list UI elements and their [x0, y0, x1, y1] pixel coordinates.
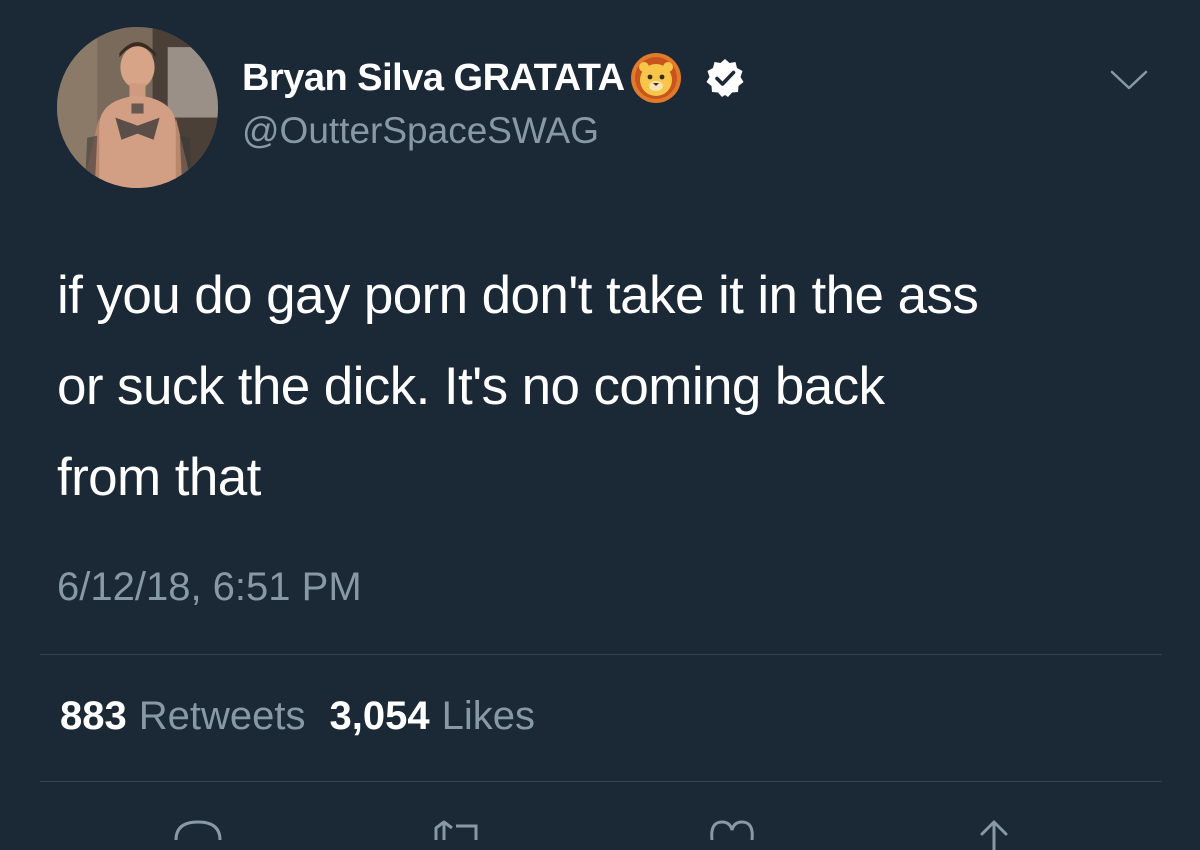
verified-badge-icon: [706, 59, 744, 97]
likes-count[interactable]: 3,054: [330, 694, 430, 739]
share-icon[interactable]: [964, 810, 1024, 850]
retweet-icon[interactable]: [428, 810, 488, 850]
lion-face-icon: [630, 53, 681, 103]
divider: [40, 781, 1162, 782]
likes-label[interactable]: Likes: [442, 694, 535, 739]
like-icon[interactable]: [702, 810, 762, 850]
chevron-down-icon[interactable]: [1108, 62, 1150, 96]
tweet-stats: 883 Retweets 3,054 Likes: [60, 694, 535, 739]
author-avatar[interactable]: [57, 27, 218, 188]
author-handle[interactable]: @OutterSpaceSWAG: [242, 110, 599, 152]
divider: [40, 654, 1162, 655]
retweets-label[interactable]: Retweets: [139, 694, 306, 739]
retweets-count[interactable]: 883: [60, 694, 127, 739]
author-name-row: Bryan Silva GRATATA: [242, 53, 745, 103]
tweet-timestamp[interactable]: 6/12/18, 6:51 PM: [57, 565, 362, 610]
avatar-image: [57, 27, 218, 188]
tweet-text: if you do gay porn don't take it in the …: [57, 266, 979, 507]
author-display-name[interactable]: Bryan Silva GRATATA: [242, 57, 625, 100]
reply-icon[interactable]: [168, 810, 228, 850]
